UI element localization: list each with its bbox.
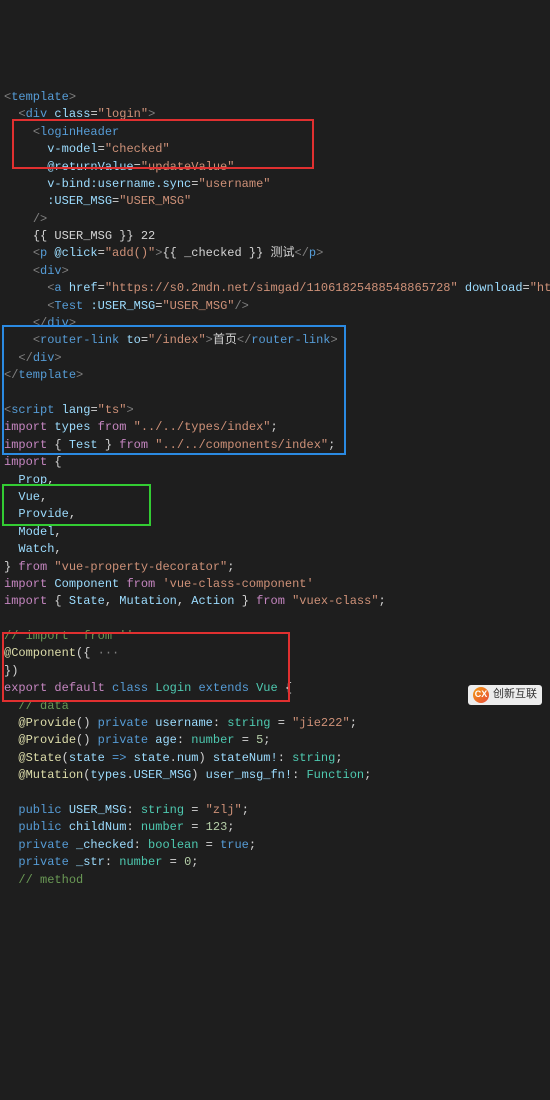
- line: } from "vue-property-decorator";: [4, 560, 234, 574]
- line: <script lang="ts">: [4, 403, 134, 417]
- line: }): [4, 664, 18, 678]
- line: @returnValue="updateValue": [4, 160, 234, 174]
- line: // data: [4, 699, 69, 713]
- line: private _checked: boolean = true;: [4, 838, 256, 852]
- watermark-icon: CX: [473, 687, 489, 703]
- line: @Provide() private age: number = 5;: [4, 733, 271, 747]
- line: @Component({ ···: [4, 646, 119, 660]
- line: <p @click="add()">{{ _checked }} 测试</p>: [4, 246, 323, 260]
- line: private _str: number = 0;: [4, 855, 198, 869]
- code-editor: <template> <div class="login"> <loginHea…: [0, 70, 550, 891]
- line: Prop,: [4, 473, 54, 487]
- blank-line: [4, 786, 11, 800]
- line: Provide,: [4, 507, 76, 521]
- line: export default class Login extends Vue {: [4, 681, 292, 695]
- blank-line: [4, 612, 11, 626]
- line: :USER_MSG="USER_MSG": [4, 194, 191, 208]
- line: @Provide() private username: string = "j…: [4, 716, 357, 730]
- line: <template>: [4, 90, 76, 104]
- line: import { Test } from "../../components/i…: [4, 438, 335, 452]
- blank-line: [4, 386, 11, 400]
- line: v-bind:username.sync="username": [4, 177, 270, 191]
- line: />: [4, 212, 47, 226]
- line: </div>: [4, 351, 62, 365]
- line: import Component from 'vue-class-compone…: [4, 577, 314, 591]
- line: Watch,: [4, 542, 62, 556]
- line: <div>: [4, 264, 69, 278]
- line: <router-link to="/index">首页</router-link…: [4, 333, 338, 347]
- line: <Test :USER_MSG="USER_MSG"/>: [4, 299, 249, 313]
- line: @State(state => state.num) stateNum!: st…: [4, 751, 343, 765]
- watermark-text: 创新互联: [493, 687, 537, 703]
- line: </template>: [4, 368, 83, 382]
- line: // method: [4, 873, 83, 887]
- line: v-model="checked": [4, 142, 170, 156]
- line: <div class="login">: [4, 107, 155, 121]
- line: import {: [4, 455, 62, 469]
- line: Vue,: [4, 490, 47, 504]
- line: Model,: [4, 525, 62, 539]
- line: <loginHeader: [4, 125, 119, 139]
- line: </div>: [4, 316, 76, 330]
- line: {{ USER_MSG }} 22: [4, 229, 155, 243]
- line: public USER_MSG: string = "zlj";: [4, 803, 249, 817]
- line: public childNum: number = 123;: [4, 820, 234, 834]
- line: import { State, Mutation, Action } from …: [4, 594, 386, 608]
- watermark: CX 创新互联: [468, 685, 542, 705]
- line: // import from '': [4, 629, 134, 643]
- line: import types from "../../types/index";: [4, 420, 278, 434]
- line: @Mutation(types.USER_MSG) user_msg_fn!: …: [4, 768, 371, 782]
- line: <a href="https://s0.2mdn.net/simgad/1106…: [4, 281, 550, 295]
